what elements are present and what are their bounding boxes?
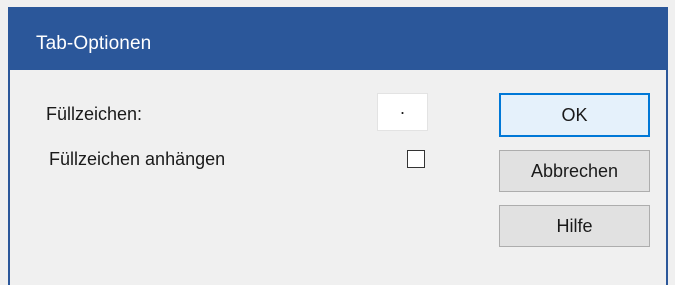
dialog-window: Tab-Optionen Füllzeichen: Füllzeichen an… — [0, 0, 675, 285]
fill-char-input[interactable] — [377, 93, 428, 131]
help-button[interactable]: Hilfe — [499, 205, 650, 247]
dialog-titlebar[interactable]: Tab-Optionen — [8, 7, 668, 70]
fill-char-label: Füllzeichen: — [46, 104, 143, 124]
dialog-title: Tab-Optionen — [36, 33, 152, 54]
append-fill-char-label: Füllzeichen anhängen — [49, 149, 226, 169]
cancel-button[interactable]: Abbrechen — [499, 150, 650, 192]
append-fill-char-checkbox[interactable] — [407, 150, 425, 168]
ok-button[interactable]: OK — [499, 93, 650, 137]
